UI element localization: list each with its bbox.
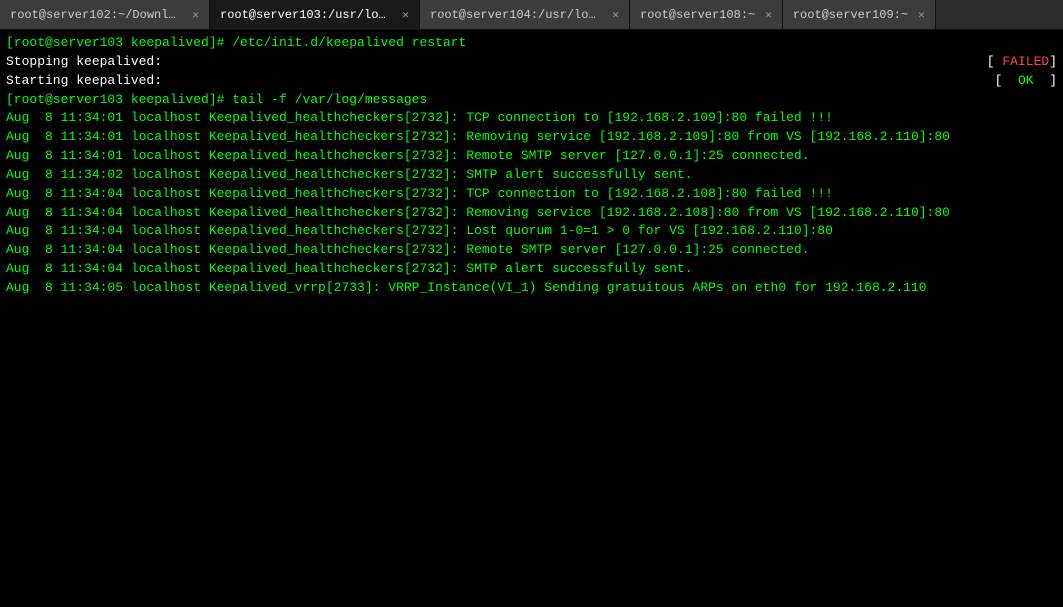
tab-bar: root@server102:~/Downl...✕root@server103… [0,0,1063,30]
terminal-status: [ FAILED] [987,53,1057,72]
terminal-line: Aug 8 11:34:01 localhost Keepalived_heal… [6,147,1057,166]
tab-tab3[interactable]: root@server104:/usr/loca... ✕ [420,0,630,29]
terminal-line-prefix: Starting keepalived: [6,72,162,91]
tab-label: root@server104:/usr/loca... [430,8,602,22]
tab-tab5[interactable]: root@server109:~ ✕ [783,0,936,29]
terminal-line: Stopping keepalived: [ FAILED] [6,53,1057,72]
tab-tab1[interactable]: root@server102:~/Downl... ✕ [0,0,210,29]
terminal-output: [root@server103 keepalived]# /etc/init.d… [0,30,1063,607]
tab-label: root@server103:/usr/loca... [220,8,392,22]
tab-tab2[interactable]: root@server103:/usr/loca... ✕ [210,0,420,29]
terminal-line: Aug 8 11:34:04 localhost Keepalived_heal… [6,241,1057,260]
tab-close-icon[interactable]: ✕ [192,8,199,22]
terminal-line: Aug 8 11:34:04 localhost Keepalived_heal… [6,222,1057,241]
tab-label: root@server102:~/Downl... [10,8,182,22]
terminal-line: Aug 8 11:34:02 localhost Keepalived_heal… [6,166,1057,185]
terminal-status: [ OK ] [995,72,1057,91]
terminal-line: Starting keepalived: [ OK ] [6,72,1057,91]
tab-close-icon[interactable]: ✕ [765,8,772,22]
terminal-status-line: Stopping keepalived: [ FAILED] [6,53,1057,72]
terminal-line: Aug 8 11:34:05 localhost Keepalived_vrrp… [6,279,1057,298]
terminal-line: Aug 8 11:34:04 localhost Keepalived_heal… [6,185,1057,204]
tab-label: root@server109:~ [793,8,908,22]
terminal-line-prefix: Stopping keepalived: [6,53,162,72]
tab-close-icon[interactable]: ✕ [918,8,925,22]
terminal-line: [root@server103 keepalived]# tail -f /va… [6,91,1057,110]
terminal-line: Aug 8 11:34:04 localhost Keepalived_heal… [6,204,1057,223]
terminal-line: [root@server103 keepalived]# /etc/init.d… [6,34,1057,53]
terminal-line: Aug 8 11:34:04 localhost Keepalived_heal… [6,260,1057,279]
terminal-status-line: Starting keepalived: [ OK ] [6,72,1057,91]
tab-close-icon[interactable]: ✕ [402,8,409,22]
terminal-line: Aug 8 11:34:01 localhost Keepalived_heal… [6,128,1057,147]
tab-tab4[interactable]: root@server108:~ ✕ [630,0,783,29]
tab-close-icon[interactable]: ✕ [612,8,619,22]
tab-label: root@server108:~ [640,8,755,22]
terminal-line: Aug 8 11:34:01 localhost Keepalived_heal… [6,109,1057,128]
